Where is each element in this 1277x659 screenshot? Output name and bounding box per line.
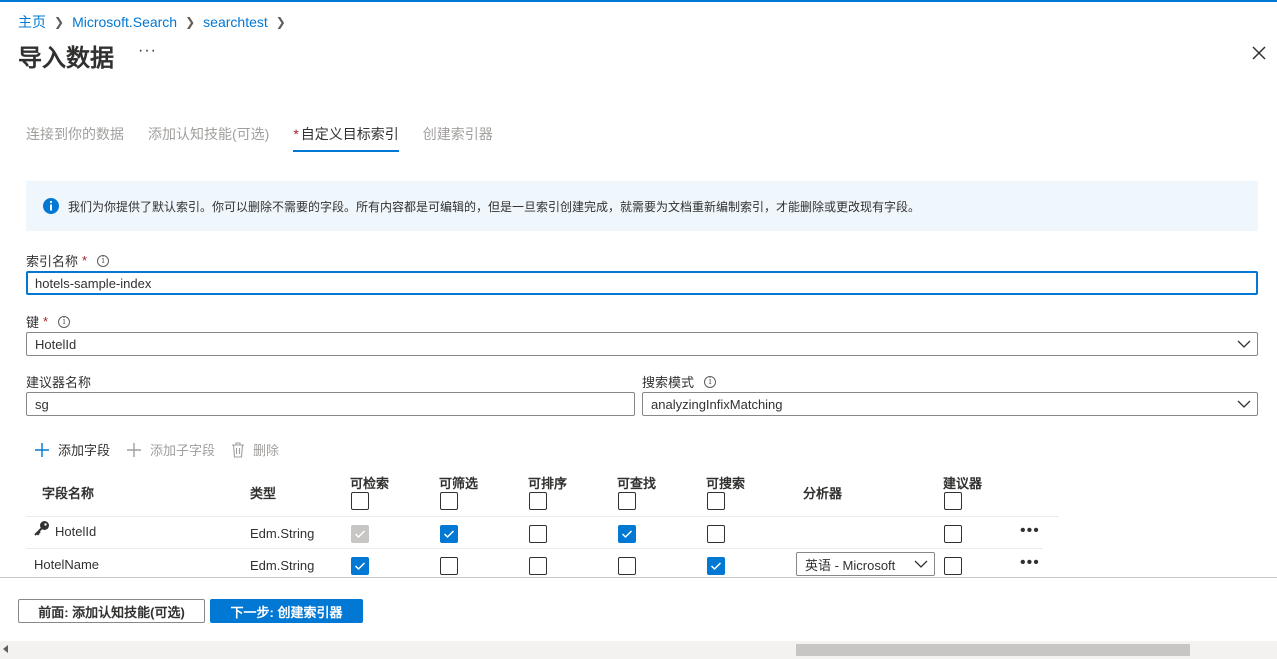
facetable-checkbox[interactable] (618, 525, 636, 543)
breadcrumb-service[interactable]: Microsoft.Search (72, 14, 177, 30)
field-name-cell: HotelId (55, 524, 97, 539)
analyzer-dropdown[interactable]: 英语 - Microsoft (796, 552, 935, 576)
select-all-searchable-checkbox[interactable] (707, 492, 725, 510)
breadcrumb-home[interactable]: 主页 (18, 12, 46, 32)
plus-icon (127, 442, 142, 457)
column-searchable: 可搜索 (706, 476, 746, 491)
footer-bar: 前面: 添加认知技能(可选) 下一步: 创建索引器 (0, 577, 1277, 641)
select-all-suggester-checkbox[interactable] (944, 492, 962, 510)
info-hint-icon[interactable]: i (704, 375, 717, 388)
info-message-bar: 我们为你提供了默认索引。你可以删除不需要的字段。所有内容都是可编辑的，但是一旦索… (26, 181, 1258, 231)
fields-toolbar: 添加字段 添加子字段 删除 (34, 440, 295, 459)
top-accent-line (0, 0, 1277, 2)
searchable-checkbox[interactable] (707, 557, 725, 575)
key-label: 键 * i (26, 312, 71, 331)
row-more-button[interactable]: ••• (1020, 522, 1040, 540)
column-sortable: 可排序 (528, 476, 568, 491)
select-all-sortable-checkbox[interactable] (529, 492, 547, 510)
suggester-name-input[interactable] (26, 392, 635, 416)
column-analyzer: 分析器 (803, 486, 843, 501)
add-field-button[interactable]: 添加字段 (34, 440, 110, 459)
column-retrievable: 可检索 (350, 476, 390, 491)
tab-connect-data[interactable]: 连接到你的数据 (26, 124, 124, 152)
column-facetable: 可查找 (617, 476, 657, 491)
checkmark-icon (710, 562, 722, 571)
tab-customize-index[interactable]: * 自定义目标索引 (293, 124, 399, 152)
next-button[interactable]: 下一步: 创建索引器 (210, 599, 363, 623)
column-filterable: 可筛选 (439, 476, 479, 491)
checkmark-icon (443, 530, 455, 539)
page-title: 导入数据 (18, 45, 114, 72)
checkmark-icon (354, 530, 366, 539)
column-type: 类型 (250, 486, 277, 501)
info-hint-icon[interactable]: i (97, 254, 110, 267)
chevron-right-icon: ❯ (54, 15, 65, 29)
filterable-checkbox[interactable] (440, 557, 458, 575)
chevron-down-icon (1237, 340, 1251, 348)
row-divider (26, 516, 1059, 517)
key-icon (34, 521, 49, 536)
column-suggester: 建议器 (943, 476, 983, 491)
horizontal-scrollbar[interactable] (0, 641, 1277, 659)
checkmark-icon (354, 562, 366, 571)
scrollbar-thumb[interactable] (796, 644, 1190, 656)
checkmark-icon (621, 530, 633, 539)
tab-create-indexer[interactable]: 创建索引器 (423, 124, 493, 152)
required-mark: * (293, 126, 299, 142)
sortable-checkbox[interactable] (529, 525, 547, 543)
column-field-name: 字段名称 (42, 486, 95, 501)
searchable-checkbox[interactable] (707, 525, 725, 543)
field-type-cell: Edm.String (250, 558, 315, 573)
index-name-input[interactable] (26, 271, 1258, 295)
select-all-retrievable-checkbox[interactable] (351, 492, 369, 510)
search-mode-dropdown[interactable]: analyzingInfixMatching (642, 392, 1258, 416)
select-all-filterable-checkbox[interactable] (440, 492, 458, 510)
suggester-name-label: 建议器名称 (26, 375, 92, 390)
search-mode-label: 搜索模式 i (642, 372, 717, 391)
chevron-right-icon: ❯ (185, 15, 196, 29)
index-name-label: 索引名称 * i (26, 251, 110, 270)
breadcrumb-resource[interactable]: searchtest (203, 14, 268, 30)
info-text: 我们为你提供了默认索引。你可以删除不需要的字段。所有内容都是可编辑的，但是一旦索… (68, 199, 921, 214)
chevron-right-icon: ❯ (275, 15, 286, 29)
row-divider (26, 548, 1043, 549)
more-options-button[interactable]: ··· (138, 42, 157, 60)
info-hint-icon[interactable]: i (58, 315, 71, 328)
suggester-checkbox[interactable] (944, 557, 962, 575)
field-type-cell: Edm.String (250, 526, 315, 541)
chevron-down-icon (1237, 400, 1251, 408)
row-more-button[interactable]: ••• (1020, 554, 1040, 572)
retrievable-checkbox (351, 525, 369, 543)
plus-icon (35, 442, 49, 457)
trash-icon (232, 441, 245, 458)
add-subfield-button[interactable]: 添加子字段 (126, 440, 215, 459)
retrievable-checkbox[interactable] (351, 557, 369, 575)
wizard-tabs: 连接到你的数据 添加认知技能(可选) * 自定义目标索引 创建索引器 (26, 124, 517, 152)
info-icon (43, 198, 59, 214)
filterable-checkbox[interactable] (440, 525, 458, 543)
close-icon[interactable] (1250, 44, 1268, 62)
scroll-left-icon[interactable] (3, 645, 8, 653)
chevron-down-icon (914, 560, 928, 568)
suggester-checkbox[interactable] (944, 525, 962, 543)
key-dropdown[interactable]: HotelId (26, 332, 1258, 356)
breadcrumb: 主页 ❯ Microsoft.Search ❯ searchtest ❯ (18, 12, 294, 32)
field-name-cell: HotelName (34, 557, 100, 572)
select-all-facetable-checkbox[interactable] (618, 492, 636, 510)
facetable-checkbox[interactable] (618, 557, 636, 575)
tab-cognitive-skills[interactable]: 添加认知技能(可选) (148, 124, 269, 152)
delete-button[interactable]: 删除 (231, 440, 279, 459)
sortable-checkbox[interactable] (529, 557, 547, 575)
previous-button[interactable]: 前面: 添加认知技能(可选) (18, 599, 205, 623)
